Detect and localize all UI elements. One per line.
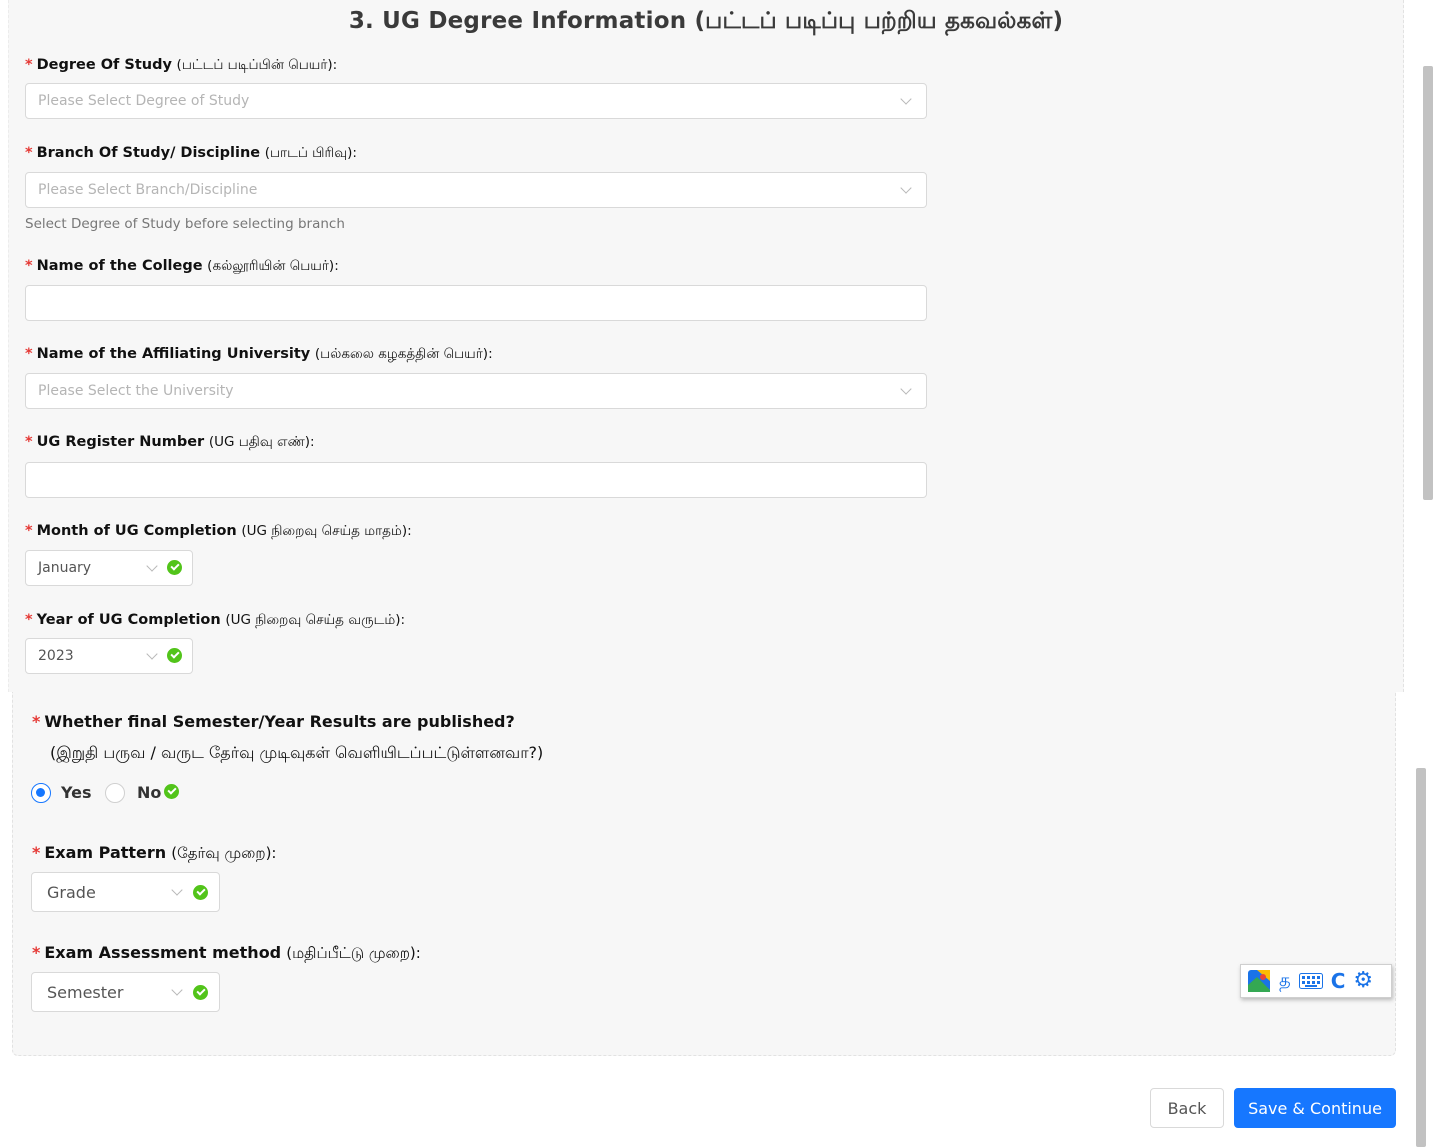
refresh-c-icon[interactable]: C <box>1331 969 1346 993</box>
degree-placeholder: Please Select Degree of Study <box>38 93 250 109</box>
branch-help-text: Select Degree of Study before selecting … <box>25 216 345 232</box>
year-label: * Year of UG Completion (UG நிறைவு செய்த … <box>25 612 406 628</box>
scrollbar-thumb-top[interactable] <box>1423 66 1433 500</box>
radio-yes[interactable] <box>31 783 51 803</box>
results-label: * Whether final Semester/Year Results are… <box>32 712 515 731</box>
check-circle-icon <box>167 560 182 575</box>
check-circle-icon <box>167 648 182 663</box>
degree-label: * Degree Of Study (பட்டப் படிப்பின் பெயர்… <box>25 57 338 73</box>
chevron-down-icon <box>146 560 158 572</box>
college-input[interactable] <box>25 285 927 321</box>
branch-label: * Branch Of Study/ Discipline (பாடப் பிரி… <box>25 145 357 161</box>
chevron-down-icon <box>900 93 912 105</box>
chevron-down-icon <box>900 182 912 194</box>
scrollbar-thumb-bottom[interactable] <box>1416 768 1426 1147</box>
check-circle-icon <box>193 885 208 900</box>
year-value: 2023 <box>38 648 74 664</box>
month-label: * Month of UG Completion (UG நிறைவு செய்த… <box>25 523 412 539</box>
assessment-label: * Exam Assessment method (மதிப்பீட்டு முற… <box>32 943 421 962</box>
university-label: * Name of the Affiliating University (பல்… <box>25 346 493 362</box>
check-circle-icon <box>193 985 208 1000</box>
assessment-value: Semester <box>47 982 124 1002</box>
radio-no-label[interactable]: No <box>137 783 161 802</box>
pattern-value: Grade <box>47 882 96 902</box>
map-logo-icon[interactable] <box>1247 969 1271 993</box>
chevron-down-icon <box>171 984 183 996</box>
pattern-select[interactable]: Grade <box>31 872 220 912</box>
register-label: * UG Register Number (UG பதிவு எண்): <box>25 434 315 450</box>
keyboard-icon[interactable] <box>1298 973 1323 989</box>
gear-icon[interactable]: ⚙ <box>1353 970 1373 992</box>
university-select[interactable]: Please Select the University <box>25 373 927 409</box>
tamil-script-icon[interactable]: த <box>1279 970 1291 993</box>
chevron-down-icon <box>171 884 183 896</box>
radio-yes-label[interactable]: Yes <box>61 783 92 802</box>
radio-no[interactable] <box>105 783 125 803</box>
month-value: January <box>38 560 92 576</box>
branch-placeholder: Please Select Branch/Discipline <box>38 182 258 198</box>
check-circle-icon <box>164 784 179 799</box>
year-select[interactable]: 2023 <box>25 638 193 674</box>
ime-toolbar: த C ⚙ <box>1240 964 1392 998</box>
back-button[interactable]: Back <box>1150 1088 1224 1128</box>
chevron-down-icon <box>900 383 912 395</box>
section-title: 3. UG Degree Information (பட்டப் படிப்பு… <box>348 8 1064 34</box>
chevron-down-icon <box>146 648 158 660</box>
pattern-label: * Exam Pattern (தேர்வு முறை): <box>32 843 277 862</box>
degree-select[interactable]: Please Select Degree of Study <box>25 83 927 119</box>
assessment-select[interactable]: Semester <box>31 972 220 1012</box>
register-input[interactable] <box>25 462 927 498</box>
university-placeholder: Please Select the University <box>38 383 234 399</box>
college-label: * Name of the College (கல்லூரியின் பெயர்)… <box>25 258 339 274</box>
branch-select[interactable]: Please Select Branch/Discipline <box>25 172 927 208</box>
save-continue-button[interactable]: Save & Continue <box>1234 1088 1396 1128</box>
month-select[interactable]: January <box>25 550 193 586</box>
results-label-ta: (இறுதி பருவ / வருட தேர்வு முடிவுகள் வெளி… <box>50 743 544 762</box>
